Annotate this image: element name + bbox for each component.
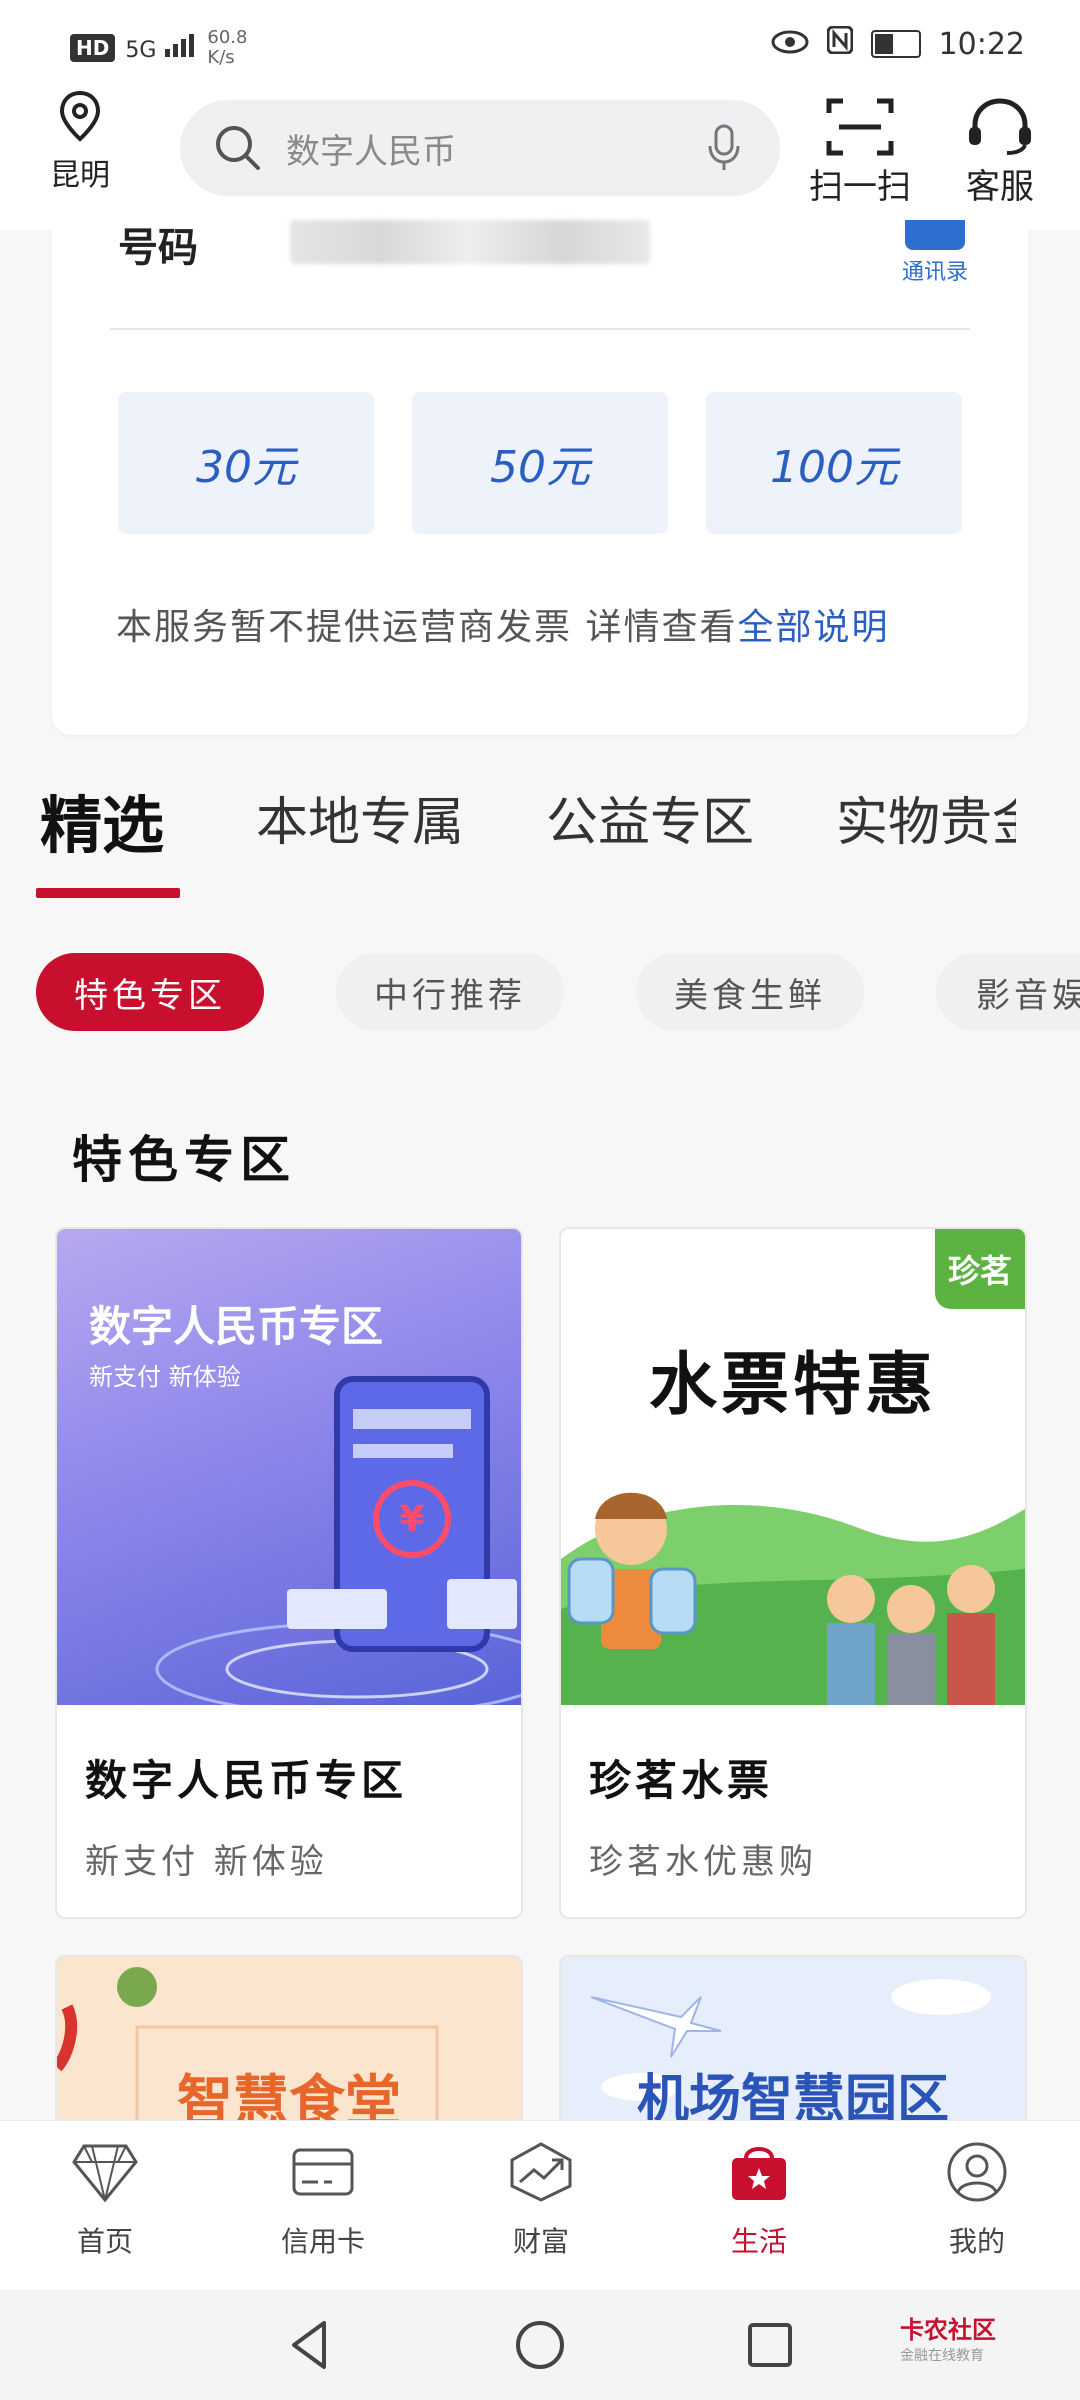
nav-mine[interactable]: 我的 [902, 2140, 1052, 2260]
tab-featured[interactable]: 精选 [40, 775, 164, 865]
divider [110, 328, 970, 330]
product-title: 珍茗水票 [589, 1756, 774, 1805]
headset-icon [969, 98, 1031, 155]
user-icon [947, 2142, 1007, 2202]
location-button[interactable]: 昆明 [40, 90, 120, 194]
amount-option-30[interactable]: 30元 [118, 392, 374, 534]
nav-label: 财富 [512, 2225, 569, 2258]
chip-food[interactable]: 美食生鲜 [636, 953, 864, 1031]
tab-precious-metals[interactable]: 实物贵金 [836, 780, 1016, 855]
nav-label: 我的 [948, 2225, 1005, 2258]
phone-illustration-icon: ¥ [155, 1376, 521, 1705]
wealth-chart-icon [510, 2142, 572, 2202]
nav-credit-card[interactable]: 信用卡 [248, 2140, 398, 2260]
product-card-digital-rmb[interactable]: 数字人民币专区 新支付 新体验 ¥ 数字人民币专区 新支付 新体验 [55, 1227, 523, 1919]
scan-label: 扫一扫 [809, 167, 911, 207]
watermark-title: 卡农社区 [900, 2316, 996, 2344]
search-icon [216, 126, 260, 170]
amount-option-100[interactable]: 100元 [706, 392, 962, 534]
home-icon[interactable] [510, 2315, 570, 2375]
invoice-notice: 本服务暂不提供运营商发票 详情查看全部说明 [116, 598, 889, 650]
amount-option-50[interactable]: 50元 [412, 392, 668, 534]
phone-label: 号码 [118, 225, 198, 271]
eye-icon [771, 27, 809, 62]
nav-wealth[interactable]: 财富 [466, 2140, 616, 2260]
location-pin-icon [59, 90, 101, 142]
search-input[interactable]: 数字人民币 [286, 124, 704, 173]
status-left: HD 5G 60.8 K/s [70, 28, 247, 68]
clock: 10:22 [938, 26, 1025, 62]
nfc-icon [826, 25, 854, 62]
battery-icon [870, 30, 921, 58]
recents-icon[interactable] [740, 2315, 800, 2375]
status-right: 10:22 [771, 25, 1025, 62]
service-label: 客服 [966, 167, 1034, 207]
product-title: 数字人民币专区 [85, 1756, 408, 1805]
credit-card-icon [292, 2148, 354, 2196]
water-delivery-illustration-icon [561, 1492, 1025, 1705]
customer-service-button[interactable]: 客服 [940, 95, 1060, 208]
water-banner: 珍茗 水票特惠 [561, 1229, 1025, 1705]
scan-icon [826, 98, 894, 156]
contacts-button[interactable]: 通讯录 [895, 220, 975, 286]
network-badge: HD [70, 34, 116, 62]
chip-entertainment[interactable]: 影音娱 [936, 953, 1080, 1031]
tab-active-indicator [36, 888, 180, 898]
notice-link[interactable]: 全部说明 [737, 607, 889, 648]
nav-label: 生活 [730, 2225, 787, 2258]
nav-label: 信用卡 [280, 2225, 365, 2258]
notice-text: 本服务暂不提供运营商发票 详情查看 [116, 607, 738, 648]
back-icon[interactable] [280, 2315, 340, 2375]
shopping-bag-icon [732, 2147, 786, 2200]
chip-recommended[interactable]: 中行推荐 [336, 953, 564, 1031]
contacts-label: 通讯录 [901, 260, 968, 285]
svg-text:¥: ¥ [399, 1499, 424, 1540]
chip-special[interactable]: 特色专区 [36, 953, 264, 1031]
watermark-subtitle: 金融在线教育 [900, 2348, 984, 2364]
search-bar[interactable]: 数字人民币 [180, 100, 780, 196]
location-label: 昆明 [50, 158, 110, 193]
watermark: 卡农社区 金融在线教育 [900, 2310, 996, 2365]
diamond-icon [72, 2144, 138, 2203]
signal-icon: 5G [125, 33, 197, 63]
nav-life[interactable]: 生活 [684, 2140, 834, 2260]
scan-button[interactable]: 扫一扫 [800, 95, 920, 208]
digital-rmb-banner: 数字人民币专区 新支付 新体验 ¥ [57, 1229, 521, 1705]
product-subtitle: 新支付 新体验 [85, 1842, 328, 1882]
product-card-water[interactable]: 珍茗 水票特惠 珍茗水票 珍茗水优惠购 [559, 1227, 1027, 1919]
tab-local[interactable]: 本地专属 [256, 780, 464, 855]
nav-label: 首页 [76, 2225, 133, 2258]
microphone-icon[interactable] [704, 122, 744, 174]
nav-home[interactable]: 首页 [30, 2140, 180, 2260]
tab-charity[interactable]: 公益专区 [546, 780, 754, 855]
phone-number-field[interactable] [290, 220, 650, 264]
section-title: 特色专区 [72, 1131, 296, 1189]
product-subtitle: 珍茗水优惠购 [589, 1842, 817, 1882]
net-speed: 60.8 K/s [207, 27, 248, 68]
contacts-icon [905, 220, 965, 250]
